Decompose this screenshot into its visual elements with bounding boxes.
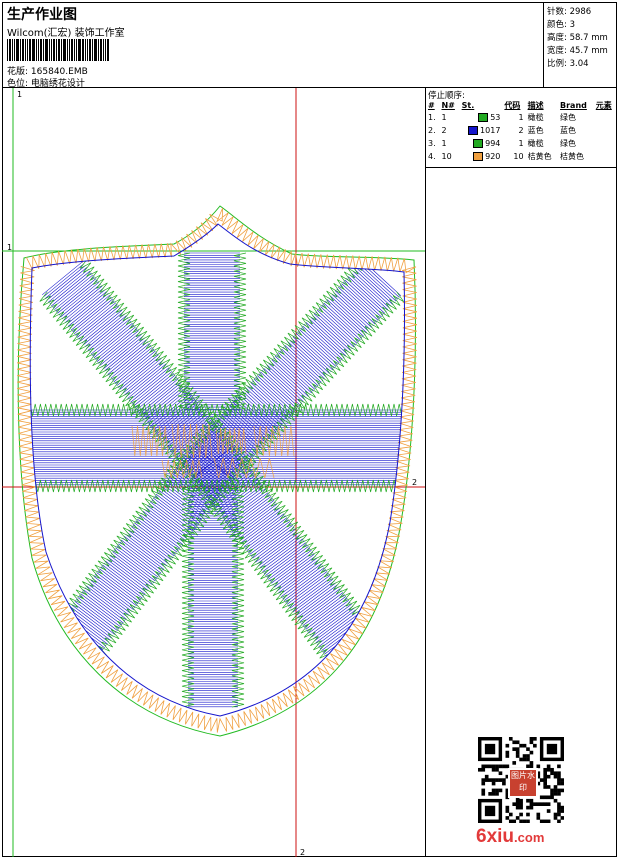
color-swatch	[467, 126, 478, 135]
embroidery-preview: 1 1 2 2	[2, 88, 426, 857]
color-swatch	[472, 152, 483, 161]
guide-label-bottom: 2	[300, 848, 305, 857]
qr-stamp-logo: 图片水印	[508, 768, 538, 798]
table-row: 1. 1 53 1 橄榄 绿色	[428, 113, 577, 122]
stitch-count: 针数: 2986	[547, 7, 592, 17]
col-index: #	[428, 100, 435, 110]
table-row: 3. 1 994 1 橄榄 绿色	[428, 139, 577, 148]
col-stitches: St.	[461, 100, 475, 110]
guide-label-left: 1	[7, 243, 12, 252]
color-count: 颜色: 3	[547, 20, 575, 30]
embroidery-drawing: 1 1 2 2	[2, 88, 425, 857]
col-description: 描述	[527, 100, 544, 110]
col-brand: Brand	[560, 100, 587, 110]
design-stats: 针数: 2986 颜色: 3 高度: 58.7 mm 宽度: 45.7 mm 比…	[544, 2, 617, 88]
watermark-text: 6xiu	[476, 826, 515, 847]
table-row: 2. 2 1017 2 蓝色 蓝色	[428, 126, 577, 135]
color-swatch	[477, 113, 488, 122]
watermark-tld: .com	[514, 830, 545, 845]
guide-label-top-left: 1	[17, 90, 22, 99]
design-height: 高度: 58.7 mm	[547, 33, 608, 43]
barcode	[7, 39, 133, 61]
color-swatch	[472, 139, 483, 148]
design-width: 宽度: 45.7 mm	[547, 46, 608, 56]
col-element: 元素	[595, 100, 612, 110]
col-needle: N#	[441, 100, 455, 110]
page-title: 生产作业图	[7, 7, 77, 23]
stop-sequence-table: # N# St. 代码 描述 Brand 元素 1. 1 53 1 橄榄 绿色 …	[426, 99, 617, 163]
site-watermark: 6xiu.com	[476, 826, 544, 848]
table-row: 4. 10 920 10 桔黄色 桔黄色	[428, 152, 585, 161]
header-info: 生产作业图 Wilcom(汇宏) 装饰工作室 花版: 165840.EMB 色位…	[2, 2, 544, 89]
qr-code: 图片水印	[478, 737, 565, 824]
panel-divider	[426, 167, 617, 168]
company-name: Wilcom(汇宏) 装饰工作室	[7, 28, 125, 39]
guide-label-right: 2	[412, 478, 417, 487]
col-code: 代码	[504, 100, 521, 110]
stop-table-header: # N# St. 代码 描述 Brand 元素	[426, 99, 617, 111]
design-scale: 比例: 3.04	[547, 59, 589, 69]
